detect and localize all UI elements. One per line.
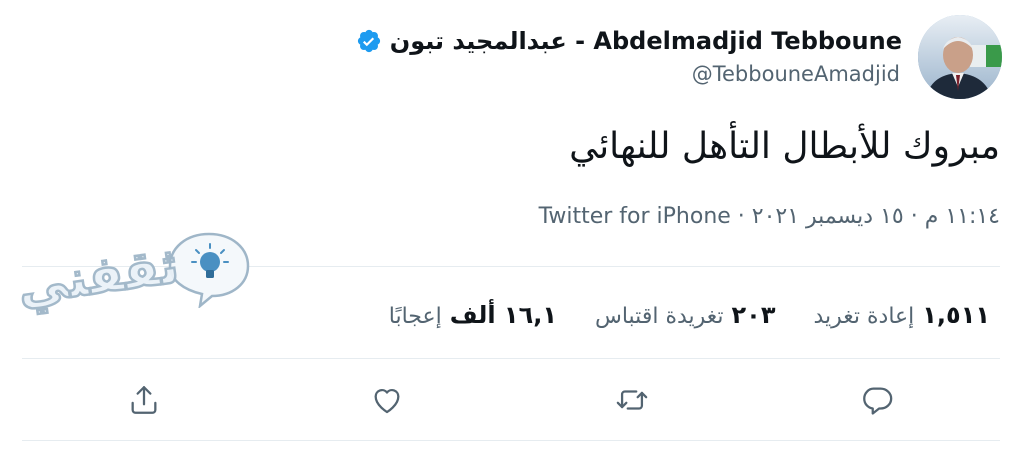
tweet-timestamp[interactable]: ١١:١٤ م · ١٥ ديسمبر ٢٠٢١ · Twitter for i… — [539, 204, 1000, 229]
like-count-number: ١٦,١ ألف — [449, 301, 557, 329]
verified-badge-icon — [356, 28, 382, 54]
divider — [22, 358, 1000, 359]
quote-count[interactable]: ٢٠٣ تغريدة اقتباس — [595, 301, 775, 329]
tweet-text: مبروك للأبطال التأهل للنهائي — [569, 126, 1000, 167]
share-icon — [131, 386, 157, 414]
author-handle[interactable]: @TebbouneAmadjid — [692, 62, 900, 86]
avatar-image — [918, 15, 1002, 99]
author-display-name[interactable]: عبدالمجيد تبون - Abdelmadjid Tebboune — [390, 27, 902, 55]
site-watermark: ثقفني — [13, 218, 250, 358]
like-count[interactable]: ١٦,١ ألف إعجابًا — [389, 301, 557, 329]
reply-button[interactable] — [857, 380, 897, 420]
heart-icon — [374, 389, 400, 414]
reply-icon — [863, 387, 893, 415]
author-name-row[interactable]: عبدالمجيد تبون - Abdelmadjid Tebboune — [356, 24, 902, 58]
like-button[interactable] — [367, 380, 407, 420]
tweet-stats: ١,٥١١ إعادة تغريد ٢٠٣ تغريدة اقتباس ١٦,١… — [389, 295, 990, 335]
divider — [22, 440, 1000, 441]
retweet-count-number: ١,٥١١ — [922, 301, 990, 329]
like-count-label: إعجابًا — [388, 304, 442, 329]
watermark-text: ثقفني — [13, 235, 184, 317]
retweet-icon — [616, 390, 648, 410]
tweet-card: عبدالمجيد تبون - Abdelmadjid Tebboune @T… — [0, 0, 1024, 449]
retweet-button[interactable] — [612, 380, 652, 420]
avatar[interactable] — [918, 15, 1002, 99]
quote-count-label: تغريدة اقتباس — [594, 304, 724, 329]
retweet-count-label: إعادة تغريد — [813, 304, 915, 329]
share-button[interactable] — [124, 380, 164, 420]
quote-count-number: ٢٠٣ — [731, 301, 776, 329]
retweet-count[interactable]: ١,٥١١ إعادة تغريد — [813, 301, 990, 329]
